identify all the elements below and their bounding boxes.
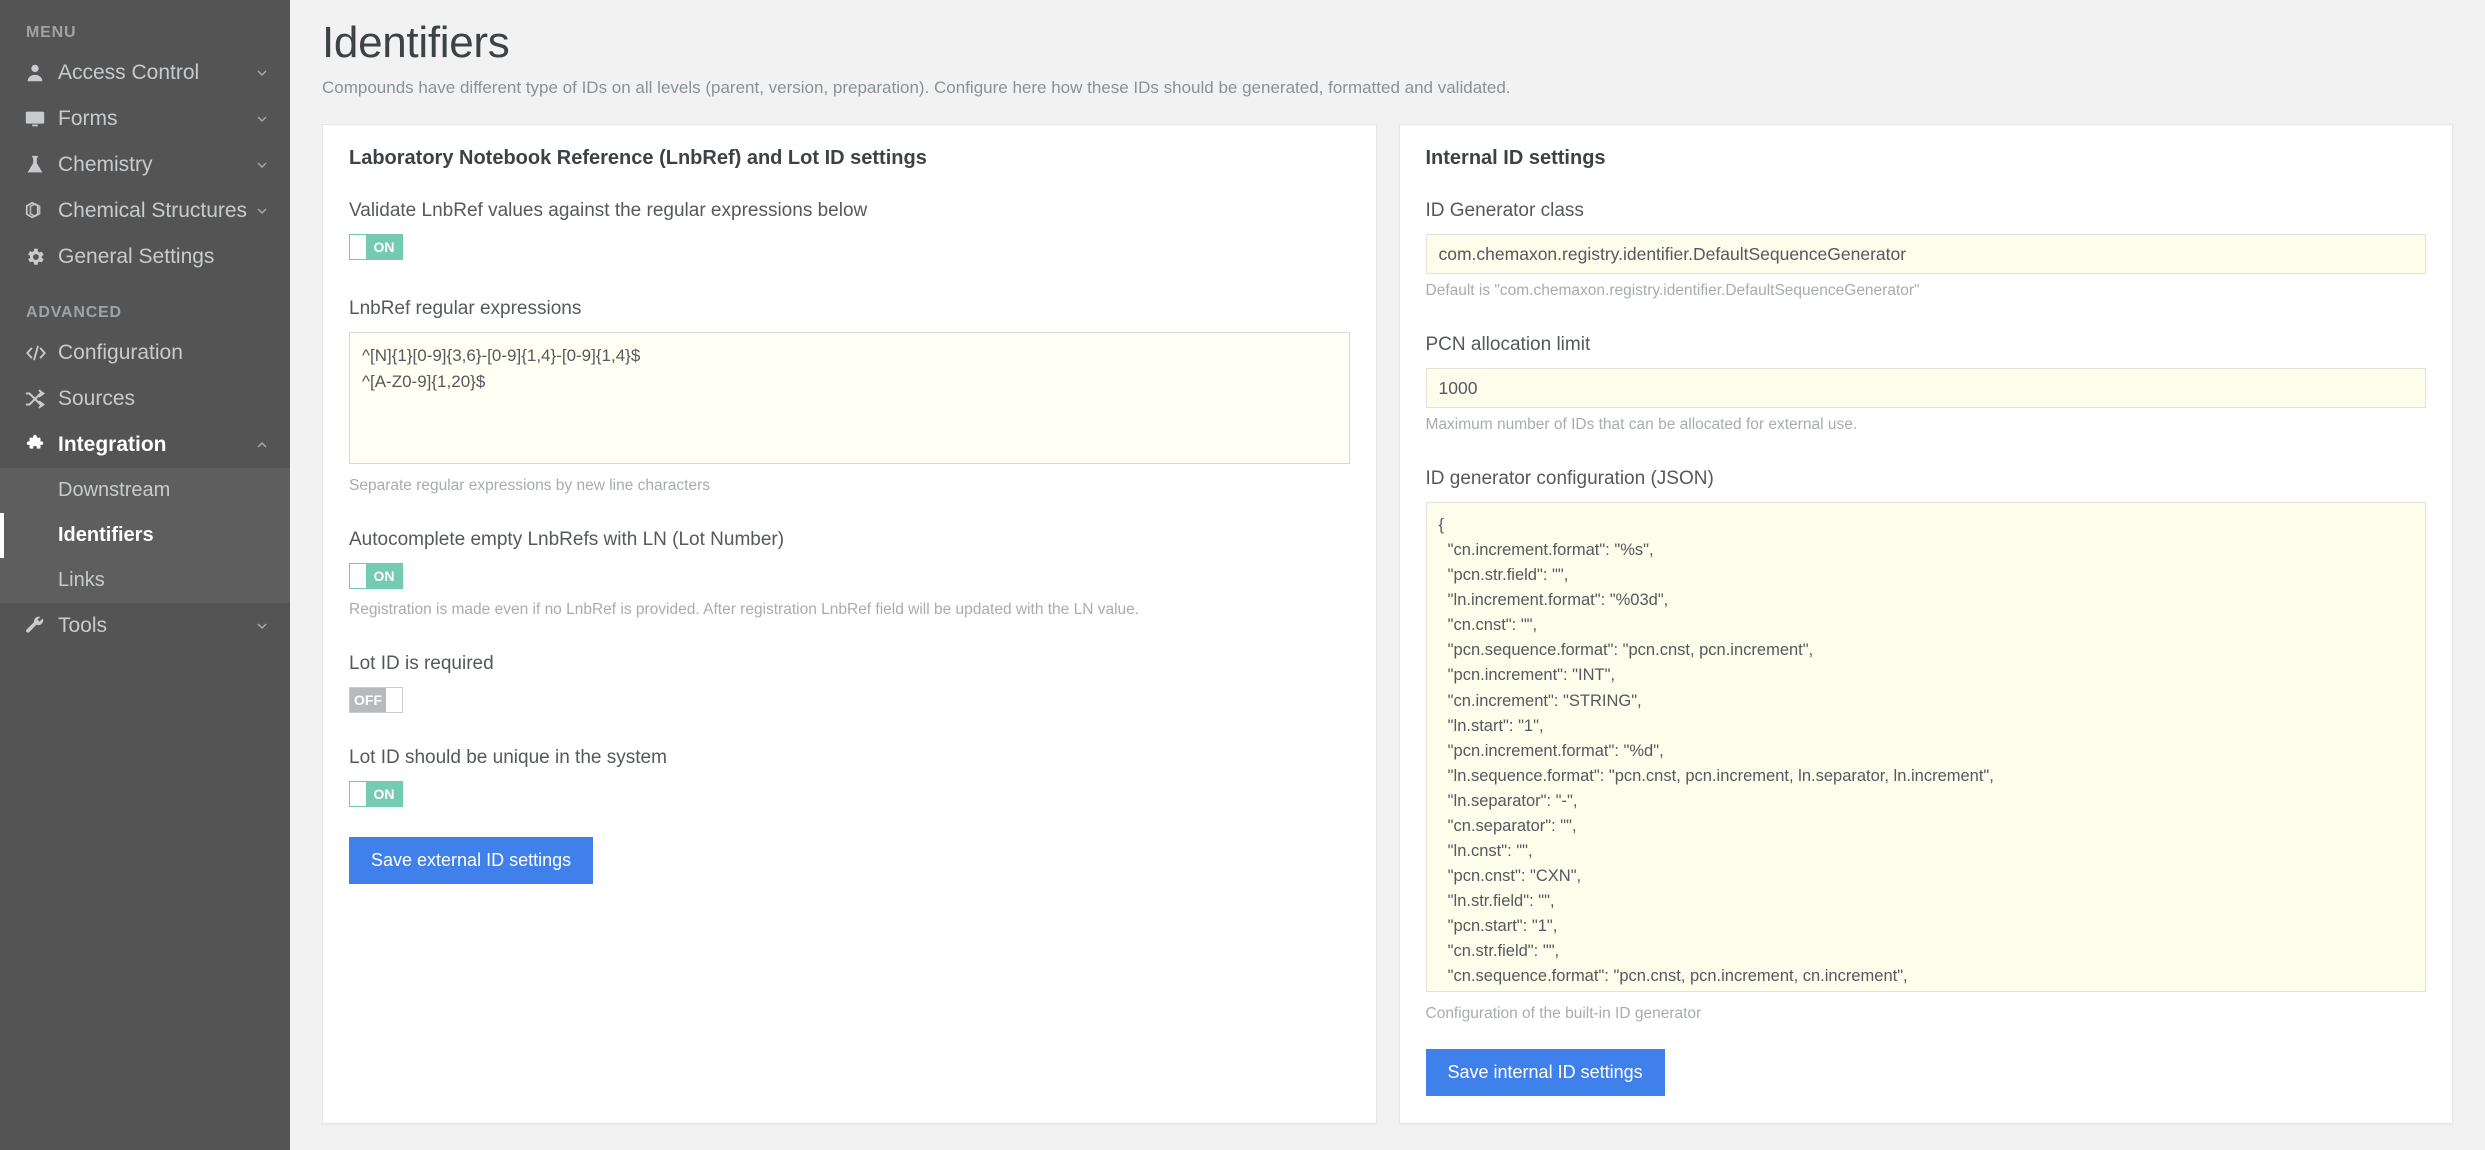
toggle-state-label: OFF: [350, 688, 386, 712]
id-generator-json-hint: Configuration of the built-in ID generat…: [1425, 1005, 1702, 1022]
external-id-settings-card: Laboratory Notebook Reference (LnbRef) a…: [322, 124, 1377, 1124]
sidebar-item-integration[interactable]: Integration: [0, 422, 290, 468]
chevron-up-icon[interactable]: [252, 437, 272, 453]
validate-lnbref-toggle[interactable]: ON: [349, 234, 403, 260]
sidebar-section-advanced-label: ADVANCED: [26, 304, 122, 321]
main-content: Identifiers Compounds have different typ…: [290, 0, 2485, 1150]
id-generator-class-label: ID Generator class: [1425, 200, 1584, 221]
autocomplete-lnbref-toggle[interactable]: ON: [349, 563, 403, 589]
sidebar-item-label: Forms: [58, 107, 118, 130]
chevron-down-icon[interactable]: [252, 157, 272, 173]
autocomplete-lnbref-label: Autocomplete empty LnbRefs with LN (Lot …: [349, 529, 785, 550]
chevron-down-icon[interactable]: [252, 111, 272, 127]
sidebar-item-label: Integration: [58, 433, 167, 456]
app-root: MENU Access Control Forms Chemistry Chem…: [0, 0, 2485, 1150]
sidebar-item-identifiers[interactable]: Identifiers: [0, 513, 290, 558]
chevron-down-icon[interactable]: [252, 65, 272, 81]
sidebar-item-label: Sources: [58, 387, 136, 410]
panels-container: Laboratory Notebook Reference (LnbRef) a…: [290, 124, 2485, 1124]
sidebar-item-tools[interactable]: Tools: [0, 603, 290, 649]
sidebar-item-label: Access Control: [58, 61, 200, 84]
lot-id-required-toggle[interactable]: OFF: [349, 687, 403, 713]
sidebar-item-chemistry[interactable]: Chemistry: [0, 142, 290, 188]
sidebar-item-access-control[interactable]: Access Control: [0, 50, 290, 96]
toggle-state-label: ON: [366, 235, 402, 259]
toggle-state-label: ON: [366, 564, 402, 588]
sidebar-item-downstream[interactable]: Downstream: [0, 468, 290, 513]
sidebar-item-forms[interactable]: Forms: [0, 96, 290, 142]
sidebar-item-label: Chemical Structures: [58, 199, 248, 222]
sidebar-section-menu-label: MENU: [26, 24, 77, 41]
wrench-icon: [24, 615, 58, 637]
code-icon: [24, 342, 58, 364]
validate-lnbref-label: Validate LnbRef values against the regul…: [349, 200, 868, 221]
page-subtitle: Compounds have different type of IDs on …: [322, 78, 1511, 97]
sidebar-item-links[interactable]: Links: [0, 558, 290, 603]
id-generator-class-hint: Default is "com.chemaxon.registry.identi…: [1425, 282, 1920, 299]
sidebar: MENU Access Control Forms Chemistry Chem…: [0, 0, 290, 1150]
flask-icon: [24, 154, 58, 176]
user-icon: [24, 62, 58, 84]
lot-id-required-label: Lot ID is required: [349, 653, 494, 674]
autocomplete-hint: Registration is made even if no LnbRef i…: [349, 601, 1140, 618]
lnbref-regex-textarea[interactable]: ^[N]{1}[0-9]{3,6}-[0-9]{1,4}-[0-9]{1,4}$…: [349, 332, 1350, 464]
monitor-icon: [24, 108, 58, 130]
shuffle-icon: [24, 388, 58, 410]
toggle-state-label: ON: [366, 782, 402, 806]
regex-field-label: LnbRef regular expressions: [349, 298, 582, 319]
id-generator-json-textarea[interactable]: { "cn.increment.format": "%s", "pcn.str.…: [1425, 502, 2426, 992]
integration-submenu: Downstream Identifiers Links: [0, 468, 290, 603]
right-panel-title: Internal ID settings: [1425, 147, 1606, 169]
cube-icon: [24, 200, 58, 222]
sidebar-item-label: Configuration: [58, 341, 183, 364]
page-header: Identifiers Compounds have different typ…: [290, 0, 2485, 98]
sidebar-item-general-settings[interactable]: General Settings: [0, 234, 290, 280]
id-generator-json-label: ID generator configuration (JSON): [1425, 468, 1714, 489]
sidebar-item-label: General Settings: [58, 245, 215, 268]
lot-id-unique-toggle[interactable]: ON: [349, 781, 403, 807]
save-external-id-settings-button[interactable]: Save external ID settings: [349, 837, 594, 884]
sidebar-item-sources[interactable]: Sources: [0, 376, 290, 422]
toggle-knob: [350, 782, 366, 806]
lot-id-unique-label: Lot ID should be unique in the system: [349, 747, 667, 768]
puzzle-icon: [24, 434, 58, 456]
pcn-allocation-limit-hint: Maximum number of IDs that can be alloca…: [1425, 416, 1858, 433]
sidebar-item-label: Chemistry: [58, 153, 153, 176]
toggle-knob: [386, 688, 402, 712]
pcn-allocation-limit-input[interactable]: [1425, 368, 2426, 408]
regex-hint: Separate regular expressions by new line…: [349, 477, 710, 494]
id-generator-class-input[interactable]: [1425, 234, 2426, 274]
internal-id-settings-card: Internal ID settings ID Generator class …: [1398, 124, 2453, 1124]
chevron-down-icon[interactable]: [252, 203, 272, 219]
left-panel-title: Laboratory Notebook Reference (LnbRef) a…: [349, 147, 927, 169]
chevron-down-icon[interactable]: [252, 618, 272, 634]
gear-icon: [24, 246, 58, 268]
toggle-knob: [350, 235, 366, 259]
sidebar-item-configuration[interactable]: Configuration: [0, 330, 290, 376]
page-title: Identifiers: [322, 18, 510, 67]
toggle-knob: [350, 564, 366, 588]
save-internal-id-settings-button[interactable]: Save internal ID settings: [1425, 1049, 1665, 1096]
pcn-allocation-limit-label: PCN allocation limit: [1425, 334, 1591, 355]
sidebar-item-label: Tools: [58, 614, 108, 637]
sidebar-item-chemical-structures[interactable]: Chemical Structures: [0, 188, 290, 234]
